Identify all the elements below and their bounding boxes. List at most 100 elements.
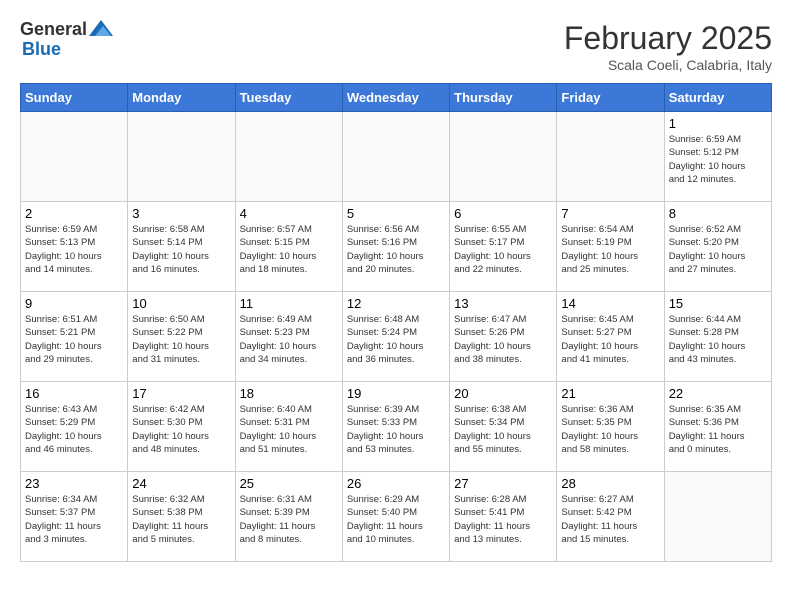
day-number: 10: [132, 296, 230, 311]
logo-icon: [89, 16, 113, 40]
col-monday: Monday: [128, 84, 235, 112]
calendar-day-cell: 10 Sunrise: 6:50 AM Sunset: 5:22 PM Dayli…: [128, 292, 235, 382]
day-info: Sunrise: 6:36 AM Sunset: 5:35 PM Dayligh…: [561, 403, 659, 456]
day-info: Sunrise: 6:31 AM Sunset: 5:39 PM Dayligh…: [240, 493, 338, 546]
calendar-day-cell: 4Sunrise: 6:57 AM Sunset: 5:15 PM Daylig…: [235, 202, 342, 292]
day-number: 21: [561, 386, 659, 401]
day-number: 22: [669, 386, 767, 401]
calendar-day-cell: 15 Sunrise: 6:44 AM Sunset: 5:28 PM Dayli…: [664, 292, 771, 382]
day-number: 13: [454, 296, 552, 311]
day-info: Sunrise: 6:29 AM Sunset: 5:40 PM Dayligh…: [347, 493, 445, 546]
day-info: Sunrise: 6:38 AM Sunset: 5:34 PM Dayligh…: [454, 403, 552, 456]
calendar-week-row: 9 Sunrise: 6:51 AM Sunset: 5:21 PM Daylig…: [21, 292, 772, 382]
day-number: 17: [132, 386, 230, 401]
calendar-day-cell: 3 Sunrise: 6:58 AM Sunset: 5:14 PM Daylig…: [128, 202, 235, 292]
calendar-day-cell: 2Sunrise: 6:59 AM Sunset: 5:13 PM Daylig…: [21, 202, 128, 292]
calendar-day-cell: 20 Sunrise: 6:38 AM Sunset: 5:34 PM Dayli…: [450, 382, 557, 472]
day-info: Sunrise: 6:55 AM Sunset: 5:17 PM Dayligh…: [454, 223, 552, 276]
day-number: 19: [347, 386, 445, 401]
day-info: Sunrise: 6:44 AM Sunset: 5:28 PM Dayligh…: [669, 313, 767, 366]
col-friday: Friday: [557, 84, 664, 112]
calendar-day-cell: 17 Sunrise: 6:42 AM Sunset: 5:30 PM Dayli…: [128, 382, 235, 472]
day-info: Sunrise: 6:49 AM Sunset: 5:23 PM Dayligh…: [240, 313, 338, 366]
day-info: Sunrise: 6:59 AM Sunset: 5:12 PM Dayligh…: [669, 133, 767, 186]
calendar-week-row: 23 Sunrise: 6:34 AM Sunset: 5:37 PM Dayli…: [21, 472, 772, 562]
day-info: Sunrise: 6:58 AM Sunset: 5:14 PM Dayligh…: [132, 223, 230, 276]
calendar-day-cell: 22Sunrise: 6:35 AM Sunset: 5:36 PM Dayli…: [664, 382, 771, 472]
calendar-day-cell: 9 Sunrise: 6:51 AM Sunset: 5:21 PM Daylig…: [21, 292, 128, 382]
day-info: Sunrise: 6:51 AM Sunset: 5:21 PM Dayligh…: [25, 313, 123, 366]
logo: General Blue: [20, 20, 113, 60]
day-number: 1: [669, 116, 767, 131]
calendar-day-cell: 28 Sunrise: 6:27 AM Sunset: 5:42 PM Dayli…: [557, 472, 664, 562]
day-info: Sunrise: 6:28 AM Sunset: 5:41 PM Dayligh…: [454, 493, 552, 546]
day-number: 15: [669, 296, 767, 311]
location-subtitle: Scala Coeli, Calabria, Italy: [564, 57, 772, 73]
day-number: 12: [347, 296, 445, 311]
calendar-day-cell: 24 Sunrise: 6:32 AM Sunset: 5:38 PM Dayli…: [128, 472, 235, 562]
day-number: 27: [454, 476, 552, 491]
day-number: 28: [561, 476, 659, 491]
day-number: 6: [454, 206, 552, 221]
calendar-day-cell: [557, 112, 664, 202]
calendar-day-cell: 23 Sunrise: 6:34 AM Sunset: 5:37 PM Dayli…: [21, 472, 128, 562]
day-info: Sunrise: 6:52 AM Sunset: 5:20 PM Dayligh…: [669, 223, 767, 276]
calendar-day-cell: 6 Sunrise: 6:55 AM Sunset: 5:17 PM Daylig…: [450, 202, 557, 292]
calendar-day-cell: 8 Sunrise: 6:52 AM Sunset: 5:20 PM Daylig…: [664, 202, 771, 292]
calendar-table: Sunday Monday Tuesday Wednesday Thursday…: [20, 83, 772, 562]
calendar-day-cell: [664, 472, 771, 562]
calendar-day-cell: 14 Sunrise: 6:45 AM Sunset: 5:27 PM Dayli…: [557, 292, 664, 382]
col-thursday: Thursday: [450, 84, 557, 112]
calendar-day-cell: 11 Sunrise: 6:49 AM Sunset: 5:23 PM Dayli…: [235, 292, 342, 382]
day-info: Sunrise: 6:27 AM Sunset: 5:42 PM Dayligh…: [561, 493, 659, 546]
day-info: Sunrise: 6:42 AM Sunset: 5:30 PM Dayligh…: [132, 403, 230, 456]
calendar-day-cell: 7 Sunrise: 6:54 AM Sunset: 5:19 PM Daylig…: [557, 202, 664, 292]
month-title: February 2025: [564, 20, 772, 57]
day-info: Sunrise: 6:48 AM Sunset: 5:24 PM Dayligh…: [347, 313, 445, 366]
logo-general: General: [20, 20, 87, 40]
day-number: 24: [132, 476, 230, 491]
calendar-day-cell: 21 Sunrise: 6:36 AM Sunset: 5:35 PM Dayli…: [557, 382, 664, 472]
calendar-day-cell: 5Sunrise: 6:56 AM Sunset: 5:16 PM Daylig…: [342, 202, 449, 292]
day-number: 18: [240, 386, 338, 401]
logo-blue: Blue: [22, 40, 113, 60]
day-info: Sunrise: 6:54 AM Sunset: 5:19 PM Dayligh…: [561, 223, 659, 276]
day-info: Sunrise: 6:57 AM Sunset: 5:15 PM Dayligh…: [240, 223, 338, 276]
calendar-week-row: 16 Sunrise: 6:43 AM Sunset: 5:29 PM Dayli…: [21, 382, 772, 472]
day-number: 9: [25, 296, 123, 311]
calendar-header-row: Sunday Monday Tuesday Wednesday Thursday…: [21, 84, 772, 112]
title-area: February 2025 Scala Coeli, Calabria, Ita…: [564, 20, 772, 73]
calendar-day-cell: 18Sunrise: 6:40 AM Sunset: 5:31 PM Dayli…: [235, 382, 342, 472]
day-info: Sunrise: 6:45 AM Sunset: 5:27 PM Dayligh…: [561, 313, 659, 366]
calendar-day-cell: 27 Sunrise: 6:28 AM Sunset: 5:41 PM Dayli…: [450, 472, 557, 562]
day-number: 7: [561, 206, 659, 221]
calendar-day-cell: [21, 112, 128, 202]
day-info: Sunrise: 6:50 AM Sunset: 5:22 PM Dayligh…: [132, 313, 230, 366]
day-info: Sunrise: 6:43 AM Sunset: 5:29 PM Dayligh…: [25, 403, 123, 456]
day-info: Sunrise: 6:47 AM Sunset: 5:26 PM Dayligh…: [454, 313, 552, 366]
day-number: 23: [25, 476, 123, 491]
day-number: 16: [25, 386, 123, 401]
calendar-day-cell: 16 Sunrise: 6:43 AM Sunset: 5:29 PM Dayli…: [21, 382, 128, 472]
day-info: Sunrise: 6:32 AM Sunset: 5:38 PM Dayligh…: [132, 493, 230, 546]
col-sunday: Sunday: [21, 84, 128, 112]
calendar-day-cell: 12 Sunrise: 6:48 AM Sunset: 5:24 PM Dayli…: [342, 292, 449, 382]
calendar-day-cell: [450, 112, 557, 202]
calendar-week-row: 1 Sunrise: 6:59 AM Sunset: 5:12 PM Daylig…: [21, 112, 772, 202]
day-number: 20: [454, 386, 552, 401]
day-info: Sunrise: 6:59 AM Sunset: 5:13 PM Dayligh…: [25, 223, 123, 276]
day-number: 11: [240, 296, 338, 311]
calendar-day-cell: [342, 112, 449, 202]
day-number: 14: [561, 296, 659, 311]
day-number: 26: [347, 476, 445, 491]
col-saturday: Saturday: [664, 84, 771, 112]
calendar-day-cell: [128, 112, 235, 202]
day-info: Sunrise: 6:34 AM Sunset: 5:37 PM Dayligh…: [25, 493, 123, 546]
calendar-day-cell: 19Sunrise: 6:39 AM Sunset: 5:33 PM Dayli…: [342, 382, 449, 472]
day-number: 5: [347, 206, 445, 221]
calendar-day-cell: 13 Sunrise: 6:47 AM Sunset: 5:26 PM Dayli…: [450, 292, 557, 382]
calendar-day-cell: 25Sunrise: 6:31 AM Sunset: 5:39 PM Dayli…: [235, 472, 342, 562]
day-number: 3: [132, 206, 230, 221]
day-number: 8: [669, 206, 767, 221]
calendar-day-cell: 1 Sunrise: 6:59 AM Sunset: 5:12 PM Daylig…: [664, 112, 771, 202]
